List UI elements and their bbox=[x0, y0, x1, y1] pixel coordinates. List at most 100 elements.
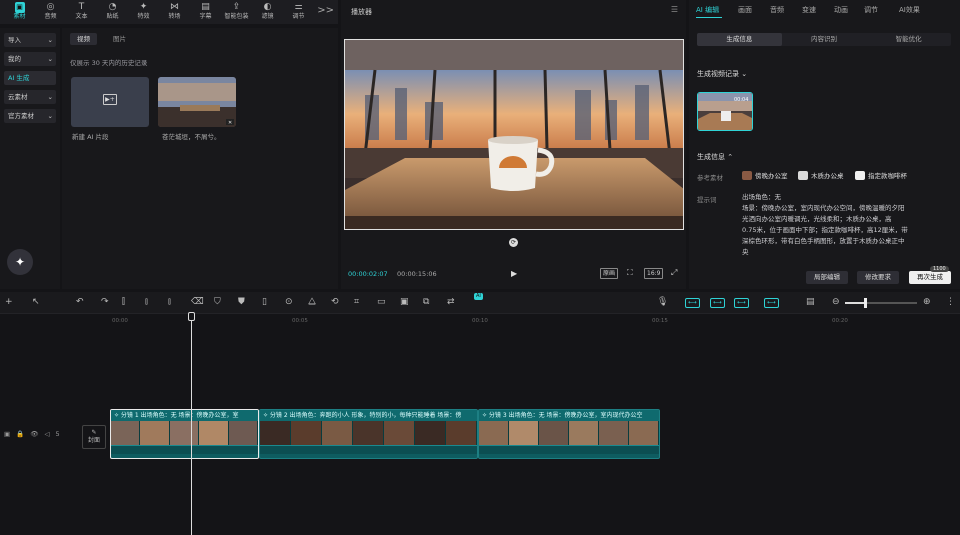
undo-icon[interactable]: ↶ bbox=[76, 297, 84, 307]
menu-icon[interactable]: ☰ bbox=[671, 5, 678, 14]
video-record-title[interactable]: 生成视频记录 ⌄ bbox=[697, 69, 747, 79]
sidebar-item-4[interactable]: 官方素材 ⌄ bbox=[4, 109, 56, 123]
select-tool-icon[interactable]: ↖ bbox=[32, 297, 40, 307]
tool-audio[interactable]: ◎ 音频 bbox=[35, 0, 66, 21]
zoom-out-icon[interactable]: ⊖ bbox=[832, 297, 840, 307]
tool-label: 贴纸 bbox=[106, 13, 119, 20]
ai-edit-icon[interactable]: ⇄ bbox=[447, 297, 455, 307]
split-right-icon[interactable]: ⫾ bbox=[168, 297, 171, 307]
tab-6[interactable]: AI效果 bbox=[899, 5, 920, 15]
delete-icon[interactable]: ⌫ bbox=[191, 297, 204, 307]
split-icon[interactable]: ⫿ bbox=[122, 297, 125, 307]
ratio-button[interactable]: 16:9 bbox=[644, 268, 664, 279]
cover-button[interactable]: ✎ 封面 bbox=[82, 425, 106, 449]
freeze-icon[interactable]: ▯ bbox=[262, 297, 267, 307]
fit-icon[interactable]: ⛶ bbox=[625, 268, 635, 277]
regenerate-button[interactable]: 再次生成 bbox=[909, 271, 951, 284]
tab-5[interactable]: 调节 bbox=[864, 5, 878, 15]
time-ruler[interactable]: 00:00 00:05 00:10 00:15 00:20 bbox=[0, 314, 960, 328]
tab-2[interactable]: 音频 bbox=[770, 5, 784, 15]
clip-frame bbox=[599, 421, 629, 445]
reverse-icon[interactable]: ⊙ bbox=[285, 297, 293, 307]
reference-chip[interactable]: 指定款咖啡杯 bbox=[855, 170, 907, 180]
reference-chip[interactable]: 木质办公桌 bbox=[798, 170, 844, 180]
quality-button[interactable]: 原画 bbox=[600, 268, 619, 279]
tab-4[interactable]: 动画 bbox=[834, 5, 848, 15]
rotate-handle[interactable]: ⟳ bbox=[509, 238, 518, 247]
snap-icon[interactable]: ⟷ bbox=[710, 298, 725, 308]
tool-filter[interactable]: ◐ 滤镜 bbox=[252, 0, 283, 21]
mute-icon[interactable]: ◁ bbox=[45, 430, 50, 438]
timeline-clip[interactable]: ✧ 分镜 1 出场角色：无 场景：傍晚办公室，室 bbox=[110, 409, 259, 459]
sidebar-item-1[interactable]: 我的 ⌄ bbox=[4, 52, 56, 66]
tool-label: 滤镜 bbox=[261, 13, 274, 20]
mark-icon[interactable]: ⛉ bbox=[214, 297, 221, 307]
text-icon: T bbox=[78, 2, 85, 12]
sidebar-item-label: 云素材 bbox=[8, 93, 28, 101]
resize-icon[interactable]: ▭ bbox=[377, 297, 386, 307]
video-preview[interactable] bbox=[344, 39, 684, 230]
lock-icon[interactable]: 🔒 bbox=[16, 430, 24, 438]
sidebar-item-3[interactable]: 云素材 ⌄ bbox=[4, 90, 56, 104]
left-sidebar: 导入 ⌄ 我的 ⌄ AI 生成云素材 ⌄ 官方素材 ⌄ bbox=[0, 28, 60, 289]
segment-tab-1[interactable]: 内容识别 bbox=[782, 33, 867, 46]
media-icon: ▣ bbox=[14, 2, 25, 13]
tab-video[interactable]: 视频 bbox=[70, 33, 97, 45]
redo-icon[interactable]: ↷ bbox=[101, 297, 109, 307]
tool-sticker[interactable]: ◔ 贴纸 bbox=[97, 0, 128, 21]
new-ai-clip-card[interactable]: ▶+ bbox=[71, 77, 149, 127]
tab-1[interactable]: 画面 bbox=[738, 5, 752, 15]
zoom-in-icon[interactable]: ⊕ bbox=[923, 297, 931, 307]
crop-icon[interactable]: ⌗ bbox=[354, 297, 359, 307]
track-thumbnail-icon[interactable]: ▣ bbox=[4, 430, 10, 438]
eye-icon[interactable]: 👁 bbox=[30, 430, 38, 438]
mirror-icon[interactable]: ⧋ bbox=[308, 297, 316, 307]
shield-icon[interactable]: ⛊ bbox=[238, 297, 245, 307]
reference-label: 参考素材 bbox=[697, 174, 723, 182]
link-icon[interactable]: ⟷ bbox=[685, 298, 700, 308]
sidebar-item-0[interactable]: 导入 ⌄ bbox=[4, 33, 56, 47]
segment-tab-0[interactable]: 生成信息 bbox=[697, 33, 782, 46]
replace-icon[interactable]: ⧉ bbox=[423, 297, 429, 307]
track-link-icon[interactable]: ⟷ bbox=[734, 298, 749, 308]
tool-adjust[interactable]: ⚌ 调节 bbox=[283, 0, 314, 21]
caption-toggle-icon[interactable]: ▤ bbox=[806, 297, 815, 307]
track-number[interactable]: 5 bbox=[56, 430, 60, 438]
frame-icon[interactable]: ▣ bbox=[400, 297, 409, 307]
microphone-icon[interactable]: 🎙 bbox=[657, 297, 668, 307]
partial-edit-button[interactable]: 局部编辑 bbox=[806, 271, 848, 284]
preview-axis-icon[interactable]: ⟷ bbox=[764, 298, 779, 308]
tool-caption[interactable]: ▤ 字幕 bbox=[190, 0, 221, 21]
clip-frame bbox=[322, 421, 353, 445]
timeline-clip[interactable]: ✧ 分镜 2 出场角色：奔跑的小人 形象，特别的小，每种只能睡着 场景：傍 bbox=[259, 409, 478, 459]
sidebar-item-2[interactable]: AI 生成 bbox=[4, 71, 56, 85]
ai-assistant-button[interactable]: ✦ bbox=[7, 249, 33, 275]
segment-tab-2[interactable]: 智能优化 bbox=[866, 33, 951, 46]
tab-3[interactable]: 变速 bbox=[802, 5, 816, 15]
timeline-clip[interactable]: ✧ 分镜 3 出场角色：无 场景：傍晚办公室，室内现代办公空 bbox=[478, 409, 660, 459]
tool-effects[interactable]: ✦ 特效 bbox=[128, 0, 159, 21]
fullscreen-icon[interactable]: ⤢ bbox=[669, 268, 679, 277]
tab-0[interactable]: AI 编辑 bbox=[696, 5, 719, 15]
add-icon[interactable]: + bbox=[5, 297, 13, 307]
split-left-icon[interactable]: ⫾ bbox=[145, 297, 148, 307]
zoom-knob[interactable] bbox=[864, 298, 867, 308]
more-tools-icon[interactable]: >> bbox=[317, 5, 334, 16]
playhead-handle[interactable] bbox=[188, 312, 195, 321]
tool-transition[interactable]: ⋈ 转场 bbox=[159, 0, 190, 21]
generation-info-title[interactable]: 生成信息 ⌃ bbox=[697, 152, 733, 162]
timeline-settings-icon[interactable]: ⋮ bbox=[946, 297, 955, 307]
playhead[interactable] bbox=[191, 312, 192, 535]
tab-image[interactable]: 图片 bbox=[106, 33, 133, 45]
generated-clip-thumbnail[interactable]: ✕ bbox=[158, 77, 236, 127]
record-thumbnail[interactable]: 00:04 bbox=[697, 92, 753, 131]
tool-smart-pack[interactable]: ⇪ 智能包装 bbox=[221, 0, 252, 21]
rotate-icon[interactable]: ⟲ bbox=[331, 297, 339, 307]
modify-request-button[interactable]: 修改要求 bbox=[857, 271, 899, 284]
tool-label: 转场 bbox=[168, 13, 181, 20]
tool-media[interactable]: ▣ 素材 bbox=[4, 0, 35, 21]
tool-text[interactable]: T 文本 bbox=[66, 0, 97, 21]
zoom-slider[interactable] bbox=[845, 298, 917, 308]
reference-chip[interactable]: 傍晚办公室 bbox=[742, 170, 788, 180]
play-button[interactable]: ▶ bbox=[511, 269, 517, 278]
